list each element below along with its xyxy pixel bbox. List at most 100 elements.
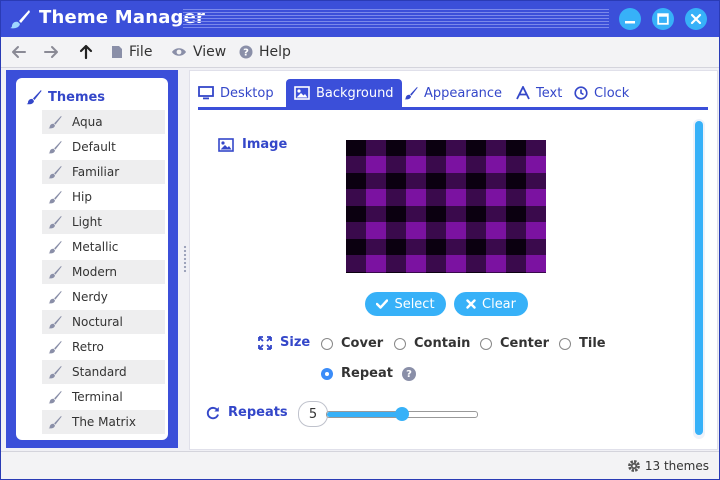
- paint-brush-icon: [48, 140, 62, 154]
- tab-clock[interactable]: Clock: [574, 79, 629, 107]
- title-grip[interactable]: [183, 9, 609, 29]
- size-option-cover[interactable]: Cover: [321, 336, 383, 351]
- sidebar-item-terminal[interactable]: Terminal: [42, 385, 165, 409]
- sidebar-item-noctural[interactable]: Noctural: [42, 310, 165, 334]
- brush-icon: [404, 86, 418, 100]
- select-button[interactable]: Select: [365, 292, 446, 316]
- paint-brush-icon: [48, 190, 62, 204]
- image-label: Image: [218, 137, 287, 152]
- size-option-label: Repeat: [341, 366, 393, 381]
- radio-indicator: [321, 337, 333, 350]
- sidebar-item-aqua[interactable]: Aqua: [42, 110, 165, 134]
- themes-header: Themes: [26, 88, 105, 106]
- paint-brush-icon: [48, 365, 62, 379]
- forward-arrow-icon[interactable]: [43, 44, 59, 60]
- radio-indicator: [480, 337, 492, 350]
- sidebar: Themes Aqua Default Familiar Hip Light Metall…: [6, 70, 178, 448]
- tab-appearance-label: Appearance: [424, 85, 503, 101]
- sidebar-item-retro[interactable]: Retro: [42, 335, 165, 359]
- status-info: 13 themes: [627, 459, 709, 473]
- help-icon-glyph: ?: [406, 368, 412, 380]
- radio-indicator-selected: [321, 367, 333, 380]
- select-button-label: Select: [394, 296, 435, 312]
- repeats-value[interactable]: 5: [298, 401, 328, 427]
- app-window: Theme Manager File View ? Help Themes Aq…: [0, 0, 720, 480]
- close-icon: [690, 13, 702, 25]
- sidebar-item-label: Metallic: [72, 240, 119, 254]
- slider-thumb[interactable]: [395, 407, 409, 421]
- paint-brush-icon: [48, 390, 62, 404]
- tab-background[interactable]: Background: [286, 79, 402, 107]
- tab-text-label: Text: [536, 85, 563, 101]
- refresh-icon: [206, 406, 219, 419]
- sidebar-item-the-matrix[interactable]: The Matrix: [42, 410, 165, 434]
- sidebar-item-metallic[interactable]: Metallic: [42, 235, 165, 259]
- title-bar[interactable]: Theme Manager: [1, 1, 719, 37]
- expand-arrows-icon: [258, 335, 272, 350]
- repeats-slider[interactable]: [326, 407, 478, 421]
- size-option-label: Cover: [341, 336, 384, 351]
- sidebar-item-label: Modern: [72, 265, 118, 279]
- themes-header-label: Themes: [48, 89, 106, 105]
- tab-desktop-label: Desktop: [220, 85, 274, 101]
- sidebar-item-default[interactable]: Default: [42, 135, 165, 159]
- tab-text[interactable]: Text: [516, 79, 562, 107]
- sidebar-item-nerdy[interactable]: Nerdy: [42, 285, 165, 309]
- gear-icon: [627, 460, 640, 472]
- paint-brush-icon: [48, 340, 62, 354]
- image-icon: [218, 137, 234, 152]
- minimize-button[interactable]: [619, 8, 641, 30]
- file-icon: [112, 46, 122, 58]
- help-question-icon[interactable]: ?: [402, 367, 416, 381]
- back-arrow-icon[interactable]: [11, 44, 27, 60]
- repeats-label: Repeats: [206, 405, 288, 420]
- tab-clock-label: Clock: [594, 85, 630, 101]
- status-text: 13 themes: [644, 459, 709, 473]
- menu-help[interactable]: ? Help: [239, 43, 291, 61]
- tab-appearance[interactable]: Appearance: [404, 79, 502, 107]
- clear-button[interactable]: Clear: [454, 292, 528, 316]
- paint-brush-icon: [48, 165, 62, 179]
- paint-brush-icon: [9, 8, 31, 30]
- vertical-scrollbar[interactable]: [693, 119, 705, 439]
- background-preview: [346, 140, 546, 273]
- sidebar-item-label: Nerdy: [72, 290, 108, 304]
- svg-text:?: ?: [243, 48, 249, 59]
- monitor-icon: [198, 86, 214, 100]
- minimize-icon: [625, 21, 635, 24]
- repeats-value-text: 5: [308, 406, 318, 422]
- maximize-icon: [657, 13, 669, 25]
- paint-brush-icon: [48, 215, 62, 229]
- tab-desktop[interactable]: Desktop: [198, 79, 274, 107]
- main-panel: Desktop Background Appearance Text Clock…: [189, 70, 718, 450]
- size-option-label: Tile: [579, 336, 606, 351]
- up-arrow-icon[interactable]: [78, 44, 94, 60]
- question-circle-icon: ?: [239, 45, 253, 59]
- menu-file-label: File: [129, 44, 153, 60]
- sidebar-item-hip[interactable]: Hip: [42, 185, 165, 209]
- splitter-handle[interactable]: [183, 245, 187, 273]
- tab-background-label: Background: [316, 85, 394, 101]
- size-option-repeat[interactable]: Repeat: [321, 366, 393, 381]
- sidebar-item-label: Noctural: [72, 315, 123, 329]
- paint-brush-icon: [48, 240, 62, 254]
- sidebar-item-label: Aqua: [72, 115, 103, 129]
- size-option-tile[interactable]: Tile: [559, 336, 606, 351]
- tab-bar: Desktop Background Appearance Text Clock: [198, 79, 708, 110]
- eye-icon: [172, 48, 186, 56]
- sidebar-item-familiar[interactable]: Familiar: [42, 160, 165, 184]
- font-icon: [516, 86, 530, 100]
- menu-view[interactable]: View: [171, 43, 226, 61]
- sidebar-item-standard[interactable]: Standard: [42, 360, 165, 384]
- paint-brush-icon: [48, 265, 62, 279]
- size-option-center[interactable]: Center: [480, 336, 549, 351]
- check-icon: [376, 299, 389, 309]
- sidebar-item-modern[interactable]: Modern: [42, 260, 165, 284]
- maximize-button[interactable]: [652, 8, 674, 30]
- close-button[interactable]: [685, 8, 707, 30]
- menu-file[interactable]: File: [111, 43, 152, 61]
- sidebar-item-light[interactable]: Light: [42, 210, 165, 234]
- image-icon: [294, 86, 310, 100]
- size-option-contain[interactable]: Contain: [394, 336, 470, 351]
- scrollbar-thumb[interactable]: [695, 121, 703, 435]
